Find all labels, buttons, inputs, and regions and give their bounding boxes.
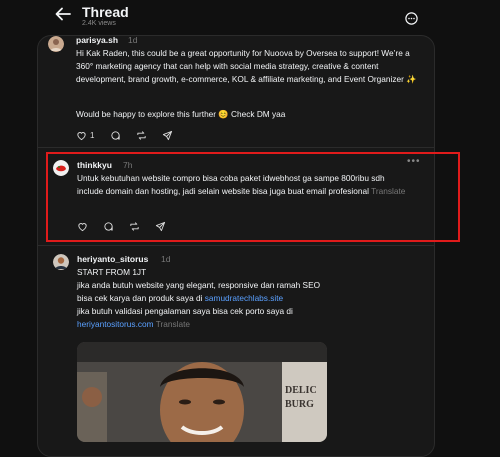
post-time: 7h (123, 160, 133, 170)
username[interactable]: parisya.sh (76, 36, 118, 45)
view-count: 2.4K views (82, 20, 116, 27)
comment-icon (111, 130, 120, 140)
username[interactable]: heriyanto_sitorus (77, 254, 148, 264)
website-link[interactable]: samudratechlabs.site (205, 293, 283, 303)
top-bar: Thread 2.4K views (0, 0, 500, 34)
avatar[interactable] (53, 160, 69, 176)
like-count: 1 (90, 130, 95, 140)
heart-icon (77, 131, 86, 140)
share-icon (162, 130, 173, 140)
username[interactable]: thinkkyu (77, 160, 112, 170)
post-photo[interactable]: DELIC BURG (77, 342, 327, 442)
post-line: heriyantositorus.com Translate (77, 318, 417, 331)
like-button[interactable] (77, 219, 88, 233)
divider (38, 245, 434, 246)
post-body: Untuk kebutuhan website compro bisa coba… (77, 173, 385, 196)
reply-post: thinkkyu 7h ••• Untuk kebutuhan website … (38, 156, 434, 241)
comment-icon (104, 221, 113, 231)
back-arrow-icon[interactable] (54, 6, 72, 22)
post-text: Hi Kak Raden, this could be a great oppo… (76, 48, 417, 84)
reply-post: heriyanto_sitorus 1d START FROM 1JT jika… (38, 251, 434, 456)
post-line-text: bisa cek karya dan produk saya di (77, 293, 205, 303)
repost-icon (130, 221, 139, 231)
post-line: jika anda butuh website yang elegant, re… (77, 280, 321, 290)
thread-panel: parisya.sh 1d ••• Hi Kak Raden, this cou… (37, 35, 435, 457)
share-button[interactable] (155, 219, 166, 233)
post-actions: 1 (76, 128, 196, 142)
post-text-secondary: Would be happy to explore this further 😊… (76, 109, 286, 119)
post-line: bisa cek karya dan produk saya di samudr… (77, 292, 417, 305)
post-line: jika butuh validasi pengalaman saya bisa… (77, 306, 293, 316)
repost-button[interactable] (136, 128, 147, 142)
comment-button[interactable] (103, 219, 114, 233)
translate-link[interactable]: Translate (156, 319, 190, 329)
comment-button[interactable] (110, 128, 121, 142)
share-icon (155, 221, 166, 231)
photo-sign-text: DELIC BURG (285, 385, 317, 410)
post-line: START FROM 1JT (77, 267, 147, 277)
post-more-icon[interactable]: ••• (407, 156, 421, 167)
portfolio-link[interactable]: heriyantositorus.com (77, 319, 154, 329)
translate-link[interactable]: Translate (371, 186, 405, 196)
repost-button[interactable] (129, 219, 140, 233)
post-time: 1d (128, 35, 138, 45)
post-more-icon[interactable]: ••• (408, 36, 422, 41)
reply-post: parisya.sh 1d ••• Hi Kak Raden, this cou… (38, 36, 434, 151)
more-options-icon[interactable] (405, 12, 418, 25)
divider (38, 147, 434, 148)
post-actions (77, 219, 197, 233)
page-title: Thread (82, 4, 129, 20)
post-text: Untuk kebutuhan website compro bisa coba… (77, 172, 412, 198)
repost-icon (137, 130, 146, 140)
post-text: START FROM 1JT jika anda butuh website y… (77, 266, 417, 331)
avatar[interactable] (48, 36, 64, 52)
avatar[interactable] (53, 254, 69, 270)
like-button[interactable]: 1 (76, 128, 94, 142)
share-button[interactable] (162, 128, 173, 142)
heart-icon (78, 222, 87, 231)
post-time: 1d (161, 254, 171, 264)
